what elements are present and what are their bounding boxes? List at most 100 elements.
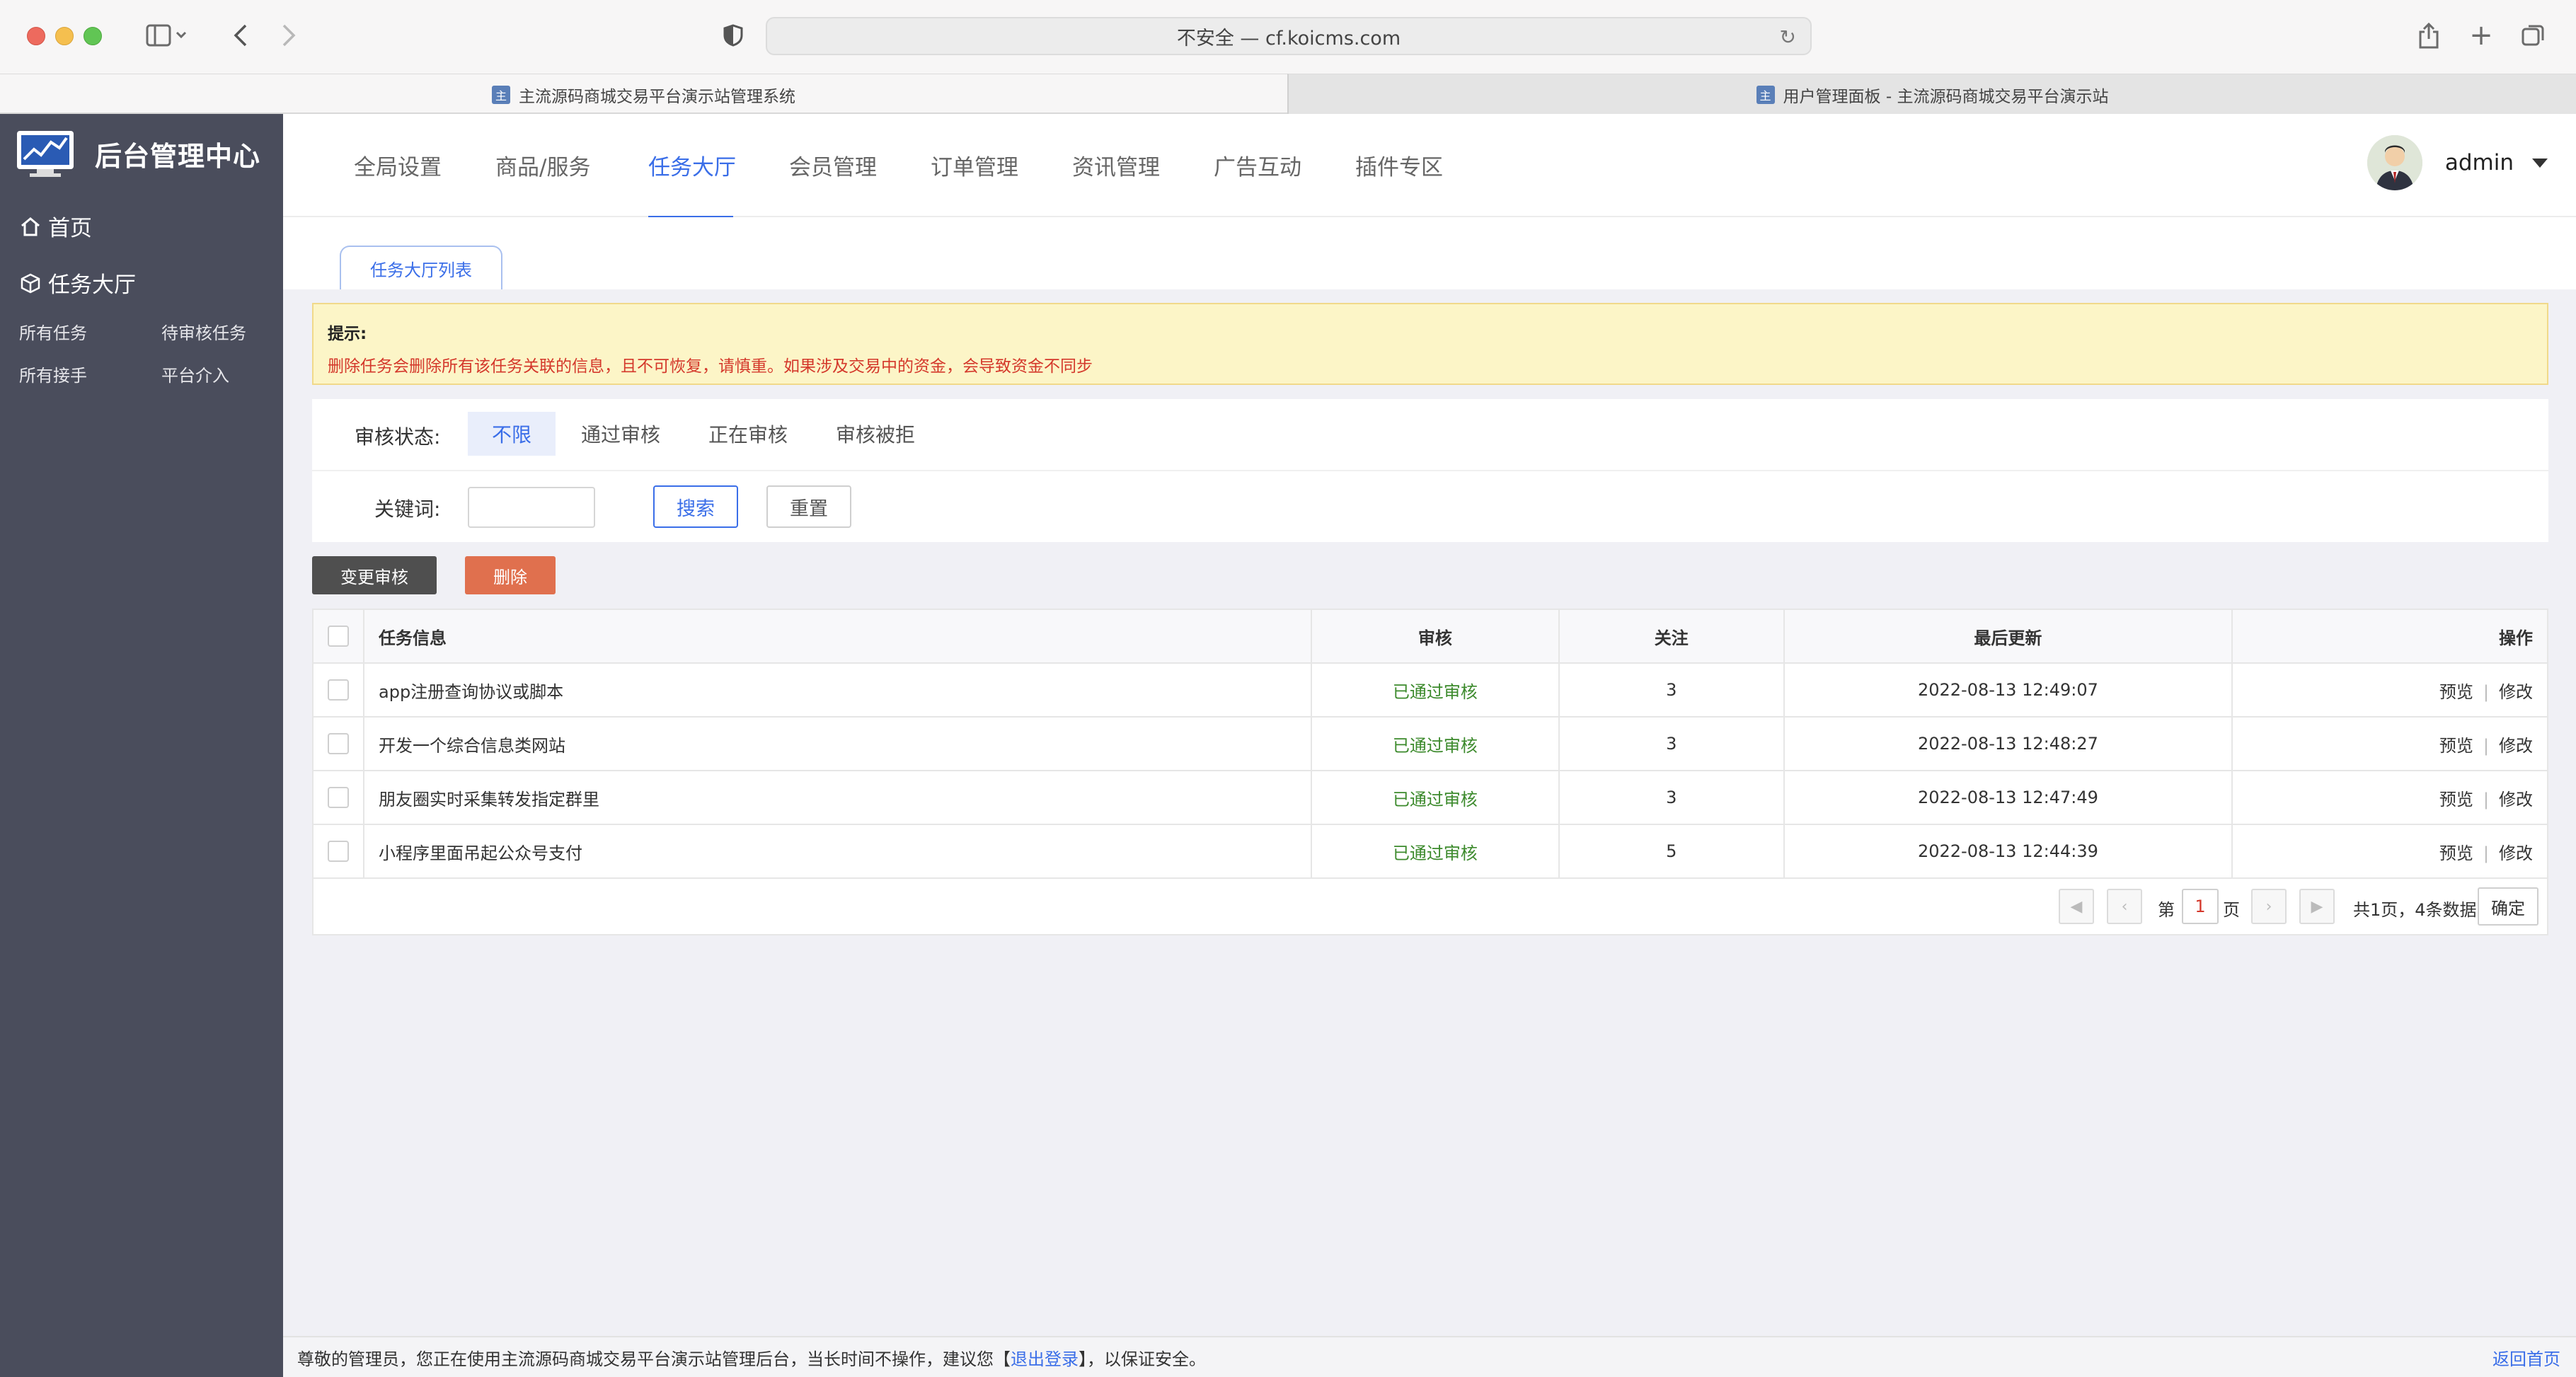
footer-text: 尊敬的管理员，您正在使用主流源码商城交易平台演示站管理后台，当长时间不操作，建议… xyxy=(297,1349,1011,1369)
page-suffix: 页 xyxy=(2223,900,2240,920)
sidebar-item-platform-intervention[interactable]: 平台介入 xyxy=(161,362,229,386)
table-header-row: 任务信息 审核 关注 最后更新 操作 xyxy=(312,609,2548,664)
browser-chrome: 不安全 — cf.koicms.com ↻ + 主 主流源码商城交易平台演示站管… xyxy=(0,0,2576,115)
footer-bar: 尊敬的管理员，您正在使用主流源码商城交易平台演示站管理后台，当长时间不操作，建议… xyxy=(283,1336,2576,1377)
edit-link[interactable]: 修改 xyxy=(2499,736,2533,756)
last-updated: 2022-08-13 12:47:49 xyxy=(1783,770,2233,825)
sidebar-section-task-hall[interactable]: 任务大厅 xyxy=(20,267,136,299)
preview-link[interactable]: 预览 xyxy=(2439,843,2473,863)
share-icon[interactable] xyxy=(2415,18,2443,52)
nav-products-services[interactable]: 商品/服务 xyxy=(495,149,590,181)
task-title[interactable]: 朋友圈实时采集转发指定群里 xyxy=(362,770,1313,825)
delete-button[interactable]: 删除 xyxy=(465,556,556,594)
sidebar-item-all-tasks[interactable]: 所有任务 xyxy=(19,319,87,344)
reset-button[interactable]: 重置 xyxy=(766,485,851,528)
nav-order-management[interactable]: 订单管理 xyxy=(931,149,1018,181)
address-bar[interactable]: 不安全 — cf.koicms.com ↻ xyxy=(766,17,1812,55)
task-title[interactable]: 开发一个综合信息类网站 xyxy=(362,716,1313,771)
back-icon[interactable] xyxy=(226,18,255,52)
shield-icon[interactable] xyxy=(716,18,750,52)
column-header-actions: 操作 xyxy=(2231,609,2548,664)
follow-count: 3 xyxy=(1558,662,1785,718)
sidebar-item-home[interactable]: 首页 xyxy=(20,210,92,242)
status-option-all[interactable]: 不限 xyxy=(468,412,556,456)
last-updated: 2022-08-13 12:48:27 xyxy=(1783,716,2233,771)
page-confirm-button[interactable]: 确定 xyxy=(2478,887,2538,926)
follow-count: 3 xyxy=(1558,770,1785,825)
prev-page-icon[interactable]: ‹ xyxy=(2107,889,2142,924)
nav-task-hall[interactable]: 任务大厅 xyxy=(648,149,736,181)
column-header-follows: 关注 xyxy=(1558,609,1785,664)
reload-icon[interactable]: ↻ xyxy=(1780,25,1796,49)
row-checkbox[interactable] xyxy=(328,679,349,701)
nav-ad-interaction[interactable]: 广告互动 xyxy=(1214,149,1301,181)
minimize-window-button[interactable] xyxy=(55,27,74,45)
sidebar-item-pending-tasks[interactable]: 待审核任务 xyxy=(161,319,246,344)
browser-tab-user-panel[interactable]: 主 用户管理面板 - 主流源码商城交易平台演示站 xyxy=(1287,74,2576,115)
task-title[interactable]: 小程序里面吊起公众号支付 xyxy=(362,824,1313,879)
task-title[interactable]: app注册查询协议或脚本 xyxy=(362,662,1313,718)
user-menu[interactable]: admin xyxy=(2367,135,2548,190)
preview-link[interactable]: 预览 xyxy=(2439,790,2473,810)
logo[interactable]: 后台管理中心 xyxy=(16,129,260,178)
site-favicon-icon: 主 xyxy=(1756,85,1775,104)
column-header-task-info: 任务信息 xyxy=(362,609,1313,664)
task-table: 任务信息 审核 关注 最后更新 操作 app注册查询协议或脚本 已通过审核 3 … xyxy=(312,609,2548,879)
table-row: app注册查询协议或脚本 已通过审核 3 2022-08-13 12:49:07… xyxy=(312,662,2548,718)
follow-count: 5 xyxy=(1558,824,1785,879)
audit-status: 已通过审核 xyxy=(1311,662,1560,718)
page-summary: 共1页，4条数据 xyxy=(2353,900,2477,920)
back-to-home-link[interactable]: 返回首页 xyxy=(2492,1345,2560,1370)
new-tab-icon[interactable]: + xyxy=(2467,18,2495,52)
tab-overview-icon[interactable] xyxy=(2519,18,2548,52)
browser-tab-admin-system[interactable]: 主 主流源码商城交易平台演示站管理系统 xyxy=(0,74,1287,115)
nav-global-settings[interactable]: 全局设置 xyxy=(354,149,442,181)
column-header-audit: 审核 xyxy=(1311,609,1560,664)
follow-count: 3 xyxy=(1558,716,1785,771)
page-prefix: 第 xyxy=(2158,900,2175,920)
row-checkbox[interactable] xyxy=(328,787,349,808)
subtab-bar: 任务大厅列表 xyxy=(283,217,2576,289)
search-button[interactable]: 搜索 xyxy=(653,485,738,528)
change-audit-button[interactable]: 变更审核 xyxy=(312,556,437,594)
home-icon xyxy=(21,217,40,236)
nav-news-management[interactable]: 资讯管理 xyxy=(1072,149,1160,181)
sidebar-title: 后台管理中心 xyxy=(95,140,261,172)
status-option-rejected[interactable]: 审核被拒 xyxy=(826,412,925,456)
sidebar-item-all-takers[interactable]: 所有接手 xyxy=(19,362,87,386)
action-separator: | xyxy=(2483,789,2489,810)
action-separator: | xyxy=(2483,681,2489,702)
status-option-pending[interactable]: 正在审核 xyxy=(698,412,798,456)
nav-member-management[interactable]: 会员管理 xyxy=(789,149,877,181)
sidebar-toggle-icon[interactable] xyxy=(139,18,195,52)
edit-link[interactable]: 修改 xyxy=(2499,843,2533,863)
next-page-icon[interactable]: › xyxy=(2251,889,2287,924)
top-navigation: 全局设置 商品/服务 任务大厅 会员管理 订单管理 资讯管理 广告互动 插件专区… xyxy=(283,114,2576,218)
avatar xyxy=(2367,135,2422,190)
edit-link[interactable]: 修改 xyxy=(2499,790,2533,810)
keyword-input[interactable] xyxy=(468,487,595,528)
preview-link[interactable]: 预览 xyxy=(2439,736,2473,756)
status-option-approved[interactable]: 通过审核 xyxy=(571,412,670,456)
audit-status: 已通过审核 xyxy=(1311,716,1560,771)
logout-link[interactable]: 退出登录 xyxy=(1011,1345,1079,1370)
table-row: 朋友圈实时采集转发指定群里 已通过审核 3 2022-08-13 12:47:4… xyxy=(312,770,2548,825)
last-page-icon[interactable]: ▶ xyxy=(2299,889,2335,924)
maximize-window-button[interactable] xyxy=(84,27,102,45)
last-updated: 2022-08-13 12:49:07 xyxy=(1783,662,2233,718)
preview-link[interactable]: 预览 xyxy=(2439,682,2473,702)
page-number-input[interactable]: 1 xyxy=(2182,889,2219,924)
action-separator: | xyxy=(2483,843,2489,863)
row-actions: 预览 | 修改 xyxy=(2231,716,2548,771)
edit-link[interactable]: 修改 xyxy=(2499,682,2533,702)
row-checkbox[interactable] xyxy=(328,733,349,754)
sidebar-item-label: 任务大厅 xyxy=(48,272,136,298)
forward-icon[interactable] xyxy=(275,18,303,52)
first-page-icon[interactable]: ◀ xyxy=(2059,889,2094,924)
tab-task-hall-list[interactable]: 任务大厅列表 xyxy=(340,246,502,289)
nav-plugins[interactable]: 插件专区 xyxy=(1355,149,1443,181)
select-all-checkbox[interactable] xyxy=(328,626,349,647)
close-window-button[interactable] xyxy=(27,27,45,45)
row-checkbox[interactable] xyxy=(328,841,349,862)
sidebar: 后台管理中心 首页 任务大厅 所有任务 待审核任务 所有接手 平台介入 xyxy=(0,114,283,1377)
